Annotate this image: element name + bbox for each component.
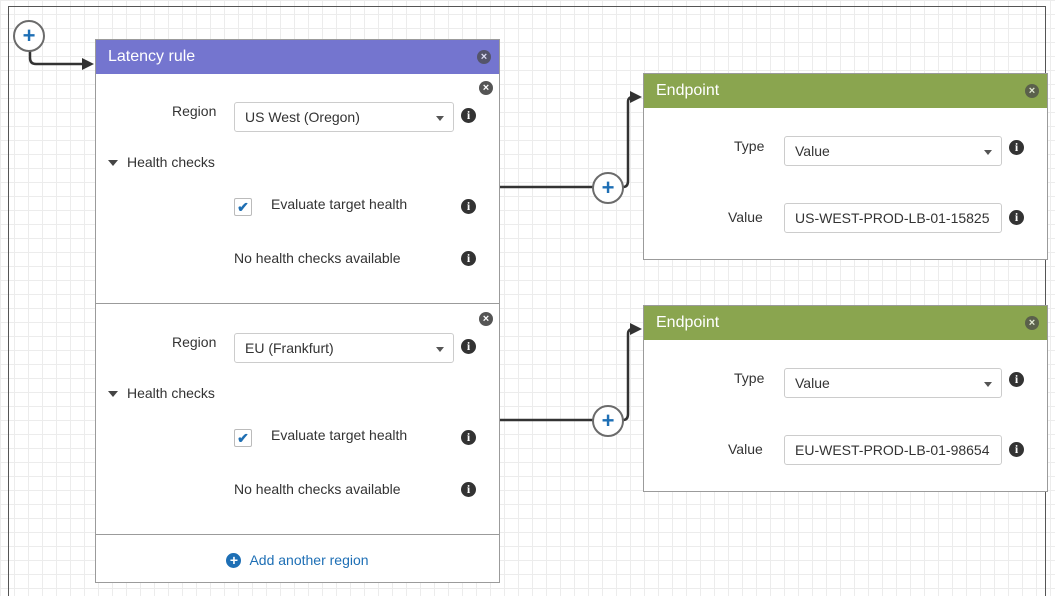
value-label: Value xyxy=(728,441,763,457)
add-endpoint-button[interactable]: + xyxy=(592,405,624,437)
endpoint-header: Endpoint × xyxy=(644,306,1047,340)
latency-rule-panel: Latency rule × × Region US West (Oregon)… xyxy=(95,39,500,583)
info-icon[interactable]: i xyxy=(1009,210,1024,225)
region-label: Region xyxy=(172,334,217,350)
caret-down-icon xyxy=(108,391,118,398)
plus-icon: + xyxy=(601,175,615,200)
endpoint-title: Endpoint xyxy=(656,82,720,99)
endpoint-title: Endpoint xyxy=(656,314,720,331)
evaluate-target-health-checkbox[interactable]: ✔ xyxy=(234,429,252,447)
endpoint-panel: Endpoint × Type Value i Value i xyxy=(643,305,1048,492)
region-block: × Region EU (Frankfurt) i Health checks … xyxy=(96,305,499,535)
info-icon[interactable]: i xyxy=(461,430,476,445)
chevron-down-icon xyxy=(984,382,992,387)
chevron-down-icon xyxy=(984,150,992,155)
add-rule-button[interactable]: + xyxy=(13,20,45,52)
endpoint-header: Endpoint × xyxy=(644,74,1047,108)
endpoint-panel: Endpoint × Type Value i Value i xyxy=(643,73,1048,260)
close-icon[interactable]: × xyxy=(479,312,493,326)
info-icon[interactable]: i xyxy=(461,251,476,266)
health-checks-label: Health checks xyxy=(127,154,215,170)
evaluate-target-health-label: Evaluate target health xyxy=(271,196,408,212)
evaluate-target-health-label: Evaluate target health xyxy=(271,427,408,443)
caret-down-icon xyxy=(108,160,118,167)
latency-rule-header: Latency rule × xyxy=(96,40,499,74)
no-health-checks-text: No health checks available xyxy=(234,250,401,266)
type-label: Type xyxy=(734,138,765,154)
type-label: Type xyxy=(734,370,765,386)
add-another-region-button[interactable]: + Add another region xyxy=(96,536,499,584)
endpoint-value-input[interactable] xyxy=(784,203,1002,233)
no-health-checks-text: No health checks available xyxy=(234,481,401,497)
health-checks-toggle[interactable]: Health checks xyxy=(108,154,215,170)
info-icon[interactable]: i xyxy=(461,482,476,497)
region-label: Region xyxy=(172,103,217,119)
region-select[interactable]: EU (Frankfurt) xyxy=(234,333,454,363)
region-select[interactable]: US West (Oregon) xyxy=(234,102,454,132)
health-checks-label: Health checks xyxy=(127,385,215,401)
plus-icon: + xyxy=(601,408,615,433)
health-checks-toggle[interactable]: Health checks xyxy=(108,385,215,401)
info-icon[interactable]: i xyxy=(461,199,476,214)
evaluate-target-health-checkbox[interactable]: ✔ xyxy=(234,198,252,216)
endpoint-value-input[interactable] xyxy=(784,435,1002,465)
region-select-value: EU (Frankfurt) xyxy=(245,340,334,356)
region-select-value: US West (Oregon) xyxy=(245,109,360,125)
add-endpoint-button[interactable]: + xyxy=(592,172,624,204)
latency-rule-title: Latency rule xyxy=(108,48,196,65)
close-icon[interactable]: × xyxy=(477,50,491,64)
value-label: Value xyxy=(728,209,763,225)
chevron-down-icon xyxy=(436,116,444,121)
info-icon[interactable]: i xyxy=(1009,442,1024,457)
type-select-value: Value xyxy=(795,375,830,391)
add-another-region-label: Add another region xyxy=(249,552,369,568)
plus-icon: + xyxy=(22,23,36,48)
close-icon[interactable]: × xyxy=(1025,84,1039,98)
close-icon[interactable]: × xyxy=(479,81,493,95)
type-select-value: Value xyxy=(795,143,830,159)
close-icon[interactable]: × xyxy=(1025,316,1039,330)
type-select[interactable]: Value xyxy=(784,368,1002,398)
info-icon[interactable]: i xyxy=(1009,140,1024,155)
region-block: × Region US West (Oregon) i Health check… xyxy=(96,74,499,304)
info-icon[interactable]: i xyxy=(461,339,476,354)
type-select[interactable]: Value xyxy=(784,136,1002,166)
plus-circle-icon: + xyxy=(226,552,242,568)
info-icon[interactable]: i xyxy=(1009,372,1024,387)
chevron-down-icon xyxy=(436,347,444,352)
info-icon[interactable]: i xyxy=(461,108,476,123)
